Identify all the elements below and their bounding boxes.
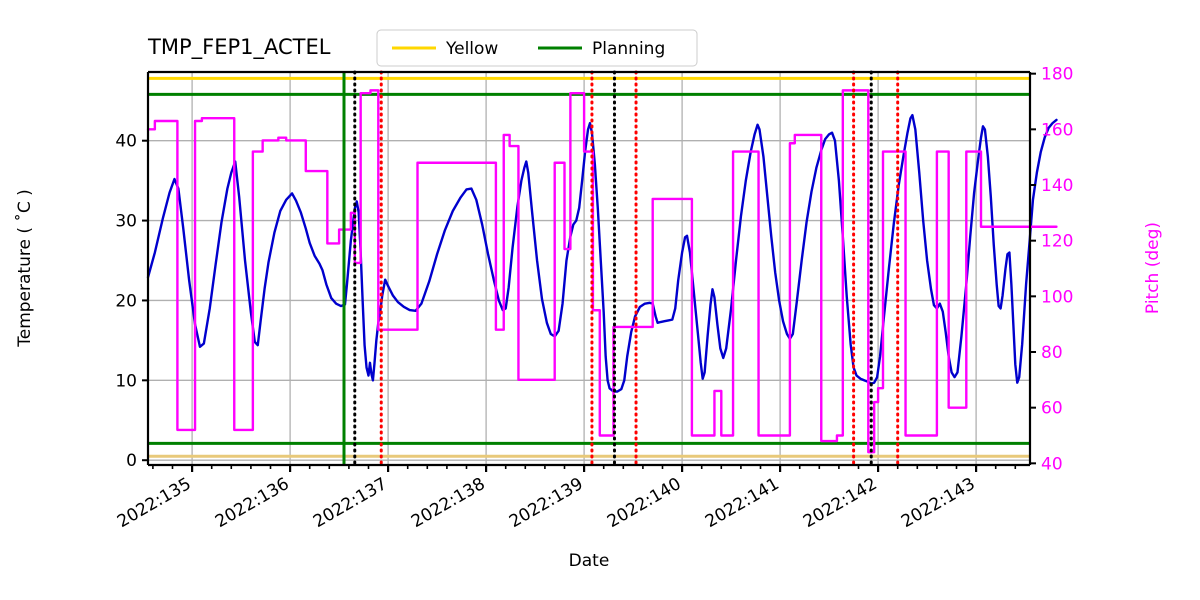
ytick-label-right: 40 <box>1041 454 1063 474</box>
ytick-label-right: 60 <box>1041 399 1063 419</box>
ytick-label-right: 120 <box>1041 232 1073 252</box>
ytick-label-right: 80 <box>1041 343 1063 363</box>
ytick-label-right: 160 <box>1041 120 1073 140</box>
y-axis-title-right: Pitch (deg) <box>1143 222 1163 314</box>
legend-label-yellow: Yellow <box>445 39 498 59</box>
ytick-label-left: 40 <box>115 132 137 152</box>
chart-title: TMP_FEP1_ACTEL <box>147 35 331 60</box>
chart-legend[interactable]: Yellow Planning <box>376 29 698 67</box>
x-axis-title: Date <box>569 551 610 571</box>
ytick-label-right: 100 <box>1041 287 1073 307</box>
y-axis-title: Temperature ( ˚C ) <box>14 189 35 348</box>
ytick-label-right: 180 <box>1041 65 1073 85</box>
chart-svg: 0102030404060801001201401601802022:135 20… <box>0 0 1200 600</box>
ytick-label-left: 10 <box>115 371 137 391</box>
ytick-label-right: 140 <box>1041 176 1073 196</box>
ytick-label-left: 0 <box>126 451 137 471</box>
chart-figure: 0 10 20 30 40 40 60 80 100 120 140 160 180 2022:135 20… <box>0 0 1200 600</box>
legend-label-planning: Planning <box>592 39 665 59</box>
ytick-label-left: 20 <box>115 291 137 311</box>
ytick-label-left: 30 <box>115 212 137 232</box>
